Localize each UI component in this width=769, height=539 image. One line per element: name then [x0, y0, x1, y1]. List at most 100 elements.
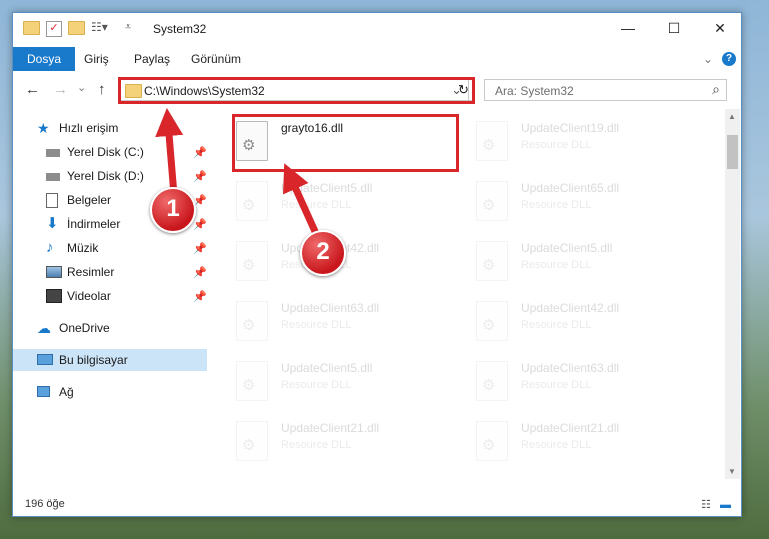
file-item[interactable]: UpdateClient5.dll Resource DLL — [211, 173, 441, 223]
sidebar-item-label: Yerel Disk (D:) — [67, 169, 144, 183]
sidebar-item-onedrive[interactable]: ☁ OneDrive — [13, 317, 207, 339]
file-name: UpdateClient5.dll — [281, 361, 373, 375]
tab-share[interactable]: Paylaş — [134, 47, 170, 71]
quick-access-toolbar-dropdown-icon[interactable]: ⩡ — [125, 21, 131, 34]
file-item[interactable]: UpdateClient21.dll Resource DLL — [451, 413, 681, 463]
file-name: UpdateClient65.dll — [521, 181, 620, 195]
sidebar-item-music[interactable]: ♪ Müzik 📌 — [13, 237, 207, 259]
dll-file-icon — [236, 181, 268, 221]
pin-icon: 📌 — [193, 291, 207, 303]
callout-badge-1: 1 — [150, 187, 196, 233]
sidebar-item-label: Videolar — [67, 289, 111, 303]
pin-icon: 📌 — [193, 267, 207, 279]
item-count: 196 öğe — [25, 498, 65, 510]
cloud-icon: ☁ — [37, 320, 51, 336]
window-title: System32 — [153, 22, 207, 36]
download-icon: ⬇ — [46, 215, 59, 232]
new-folder-icon[interactable] — [68, 21, 85, 35]
vertical-scrollbar[interactable]: ▲ ▼ — [725, 109, 740, 479]
file-name: UpdateClient5.dll — [281, 181, 373, 195]
computer-icon — [37, 354, 53, 365]
tab-view[interactable]: Görünüm — [191, 47, 241, 71]
status-bar: 196 öğe ☷ ▬ — [13, 494, 741, 516]
music-icon: ♪ — [46, 239, 54, 256]
network-icon — [37, 386, 50, 397]
file-item[interactable]: UpdateClient5.dll Resource DLL — [451, 233, 681, 283]
forward-button[interactable]: → — [53, 81, 68, 98]
sidebar-item-label: Bu bilgisayar — [59, 353, 128, 367]
explorer-window: ✓ ☷▾ ⩡ System32 — ☐ ✕ Dosya Giriş Paylaş… — [12, 12, 742, 517]
sidebar-item-quick-access[interactable]: ★ Hızlı erişim — [13, 117, 207, 139]
sidebar-item-videos[interactable]: Videolar 📌 — [13, 285, 207, 307]
pin-icon: 📌 — [193, 219, 207, 231]
navigation-pane: ★ Hızlı erişim Yerel Disk (C:) 📌 Yerel D… — [13, 109, 209, 479]
maximize-button[interactable]: ☐ — [651, 13, 697, 45]
callout-badge-2: 2 — [300, 230, 346, 276]
file-item[interactable]: UpdateClient65.dll Resource DLL — [451, 173, 681, 223]
dll-file-icon — [476, 241, 508, 281]
view-toggle-buttons: ☷ ▬ — [701, 498, 731, 511]
scroll-down-icon[interactable]: ▼ — [728, 467, 736, 476]
file-item[interactable]: UpdateClient21.dll Resource DLL — [211, 413, 441, 463]
document-icon — [46, 193, 58, 208]
minimize-button[interactable]: — — [605, 13, 651, 45]
file-item[interactable]: UpdateClient42.dll Resource DLL — [451, 293, 681, 343]
file-type: Resource DLL — [521, 379, 592, 391]
search-icon: ⌕ — [712, 81, 720, 97]
sidebar-item-local-disk-d[interactable]: Yerel Disk (D:) 📌 — [13, 165, 207, 187]
file-type: Resource DLL — [281, 379, 352, 391]
sidebar-item-label: Ağ — [59, 385, 74, 399]
file-name: UpdateClient63.dll — [521, 361, 620, 375]
pin-icon: 📌 — [193, 171, 207, 183]
dll-file-icon — [236, 421, 268, 461]
close-button[interactable]: ✕ — [697, 13, 743, 45]
file-type: Resource DLL — [521, 319, 592, 331]
file-item[interactable]: UpdateClient63.dll Resource DLL — [451, 353, 681, 403]
properties-icon[interactable]: ✓ — [46, 21, 62, 37]
drive-icon — [46, 173, 60, 181]
star-icon: ★ — [37, 120, 50, 136]
file-item[interactable]: UpdateClient19.dll Resource DLL — [451, 113, 681, 163]
file-type: Resource DLL — [281, 319, 352, 331]
file-name: UpdateClient42.dll — [521, 301, 620, 315]
sidebar-item-network[interactable]: Ağ — [13, 381, 207, 403]
pictures-icon — [46, 266, 62, 278]
file-name: UpdateClient19.dll — [521, 121, 620, 135]
sidebar-item-label: Hızlı erişim — [59, 121, 119, 135]
drive-icon — [46, 149, 60, 157]
tab-home[interactable]: Giriş — [84, 47, 109, 71]
details-view-icon[interactable]: ☷ — [701, 499, 711, 511]
tab-file[interactable]: Dosya — [13, 47, 76, 71]
back-button[interactable]: ← — [25, 81, 40, 98]
scrollbar-thumb[interactable] — [727, 135, 738, 169]
search-box[interactable]: Ara: System32 ⌕ — [484, 79, 727, 101]
sidebar-item-label: OneDrive — [59, 321, 110, 335]
sidebar-item-local-disk-c[interactable]: Yerel Disk (C:) 📌 — [13, 141, 207, 163]
dll-file-icon — [476, 301, 508, 341]
pin-icon: 📌 — [193, 243, 207, 255]
pin-icon: 📌 — [193, 147, 207, 159]
dll-file-icon — [236, 301, 268, 341]
sidebar-item-this-pc[interactable]: Bu bilgisayar — [13, 349, 207, 371]
ribbon-tabs: Dosya Giriş Paylaş Görünüm ⌄ ? — [13, 47, 741, 71]
sidebar-item-pictures[interactable]: Resimler 📌 — [13, 261, 207, 283]
sidebar-item-label: İndirmeler — [67, 217, 121, 231]
up-button[interactable]: ↑ — [98, 81, 106, 98]
customize-toolbar-icon[interactable]: ☷▾ — [91, 20, 108, 34]
dll-file-icon — [476, 421, 508, 461]
file-type: Resource DLL — [521, 259, 592, 271]
large-icons-view-icon[interactable]: ▬ — [720, 499, 731, 511]
file-type: Resource DLL — [521, 139, 592, 151]
dll-file-icon — [476, 181, 508, 221]
dll-file-icon — [236, 361, 268, 401]
file-type: Resource DLL — [521, 439, 592, 451]
file-type: Resource DLL — [281, 199, 352, 211]
recent-locations-button[interactable]: ⌄ — [77, 81, 86, 94]
file-name: UpdateClient5.dll — [521, 241, 613, 255]
file-item[interactable]: UpdateClient63.dll Resource DLL — [211, 293, 441, 343]
help-icon[interactable]: ? — [722, 52, 736, 66]
sidebar-item-label: Müzik — [67, 241, 99, 255]
file-item[interactable]: UpdateClient5.dll Resource DLL — [211, 353, 441, 403]
ribbon-expand-icon[interactable]: ⌄ — [703, 47, 713, 71]
scroll-up-icon[interactable]: ▲ — [728, 112, 736, 121]
